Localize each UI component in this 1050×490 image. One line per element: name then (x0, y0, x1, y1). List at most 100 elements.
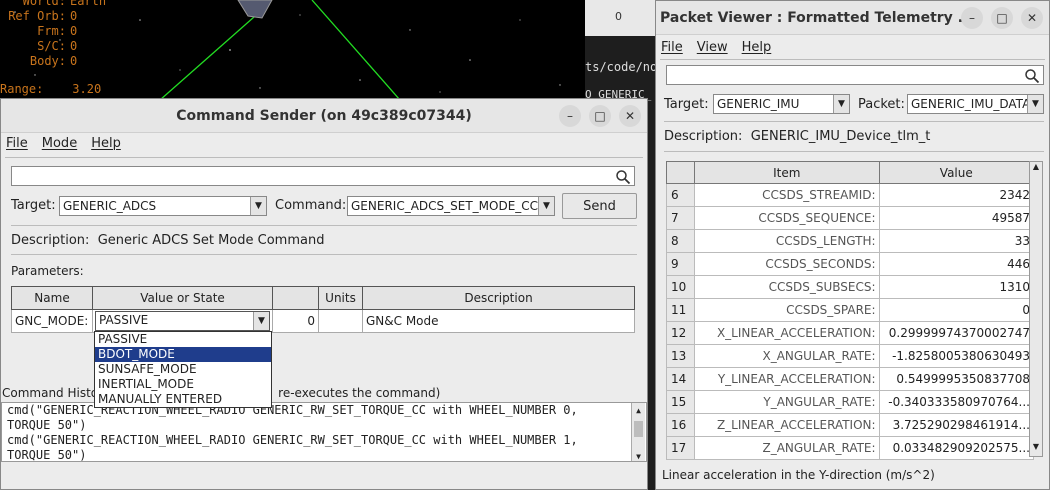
scrollbar-thumb[interactable] (634, 421, 643, 437)
param-units (318, 309, 363, 333)
menu-file[interactable]: File (6, 136, 28, 151)
dropdown-option[interactable]: PASSIVE (95, 332, 271, 347)
scroll-up-icon[interactable]: ▲ (1030, 162, 1042, 176)
command-history-box[interactable]: cmd("GENERIC_REACTION_WHEEL_RADIO GENERI… (1, 402, 647, 462)
maximize-button[interactable]: □ (991, 7, 1013, 29)
simulation-view: World: Earth Ref Orb: 0 Frm: 0 S/C: 0 Body: 0… (0, 0, 585, 100)
target-select[interactable]: GENERIC_IMU ▼ (713, 94, 850, 114)
item-value: 1310 (878, 275, 1035, 299)
history-line[interactable]: TORQUE 50") (7, 418, 624, 433)
table-row[interactable]: 14 Y_LINEAR_ACCELERATION: 0.54999953508377… (665, 367, 1035, 391)
table-row[interactable]: 11 CCSDS_SPARE: 0 (665, 298, 1035, 322)
scroll-up-icon[interactable]: ▲ (632, 403, 645, 415)
terminal-tab[interactable]: 0 (585, 0, 655, 36)
item-value: 0.5499995350837708 (878, 367, 1035, 391)
param-state-select[interactable]: PASSIVE ▼ (95, 311, 270, 331)
column-header-description[interactable]: Description (362, 286, 635, 310)
table-row[interactable]: 7 CCSDS_SEQUENCE: 49587 (665, 206, 1035, 230)
description-value: GENERIC_IMU_Device_tlm_t (750, 129, 931, 144)
table-row[interactable]: 16 Z_LINEAR_ACCELERATION: 3.72529029846191… (665, 413, 1035, 437)
table-row[interactable]: 9 CCSDS_SECONDS: 446 (665, 252, 1035, 276)
row-number-header (665, 161, 696, 184)
hud-row: Body: 0 (29, 54, 78, 68)
spacecraft-model (237, 0, 273, 19)
table-row: GNC_MODE: PASSIVE ▼ 0 GN&C Mode (11, 309, 635, 333)
item-value: -0.340333580970764... (878, 390, 1035, 414)
item-name: Y_LINEAR_ACCELERATION: (694, 367, 880, 391)
menu-mode[interactable]: Mode (42, 136, 77, 151)
command-search-input[interactable] (11, 166, 635, 186)
command-sender-titlebar[interactable]: Command Sender (on 49c389c07344) – □ ✕ (1, 99, 647, 133)
menu-bar: File Mode Help (1, 133, 647, 153)
close-button[interactable]: ✕ (619, 105, 641, 127)
menu-file[interactable]: File (661, 40, 683, 55)
table-row[interactable]: 15 Y_ANGULAR_RATE: -0.340333580970764... (665, 390, 1035, 414)
packet-viewer-titlebar[interactable]: Packet Viewer : Formatted Telemetry ... … (656, 1, 1049, 35)
item-name: CCSDS_SEQUENCE: (694, 206, 880, 230)
param-name: GNC_MODE: (11, 309, 93, 333)
item-name: CCSDS_LENGTH: (694, 229, 880, 253)
dropdown-option[interactable]: SUNSAFE_MODE (95, 362, 271, 377)
close-button[interactable]: ✕ (1021, 7, 1043, 29)
column-header-value[interactable]: Value (878, 161, 1035, 184)
column-header-item[interactable]: Item (694, 161, 880, 184)
table-row[interactable]: 6 CCSDS_STREAMID: 2342 (665, 183, 1035, 207)
menu-view[interactable]: View (697, 40, 728, 55)
scroll-down-icon[interactable]: ▼ (632, 449, 645, 461)
history-line[interactable]: TORQUE 50") (7, 448, 624, 461)
hud-row: S/C: 0 (37, 39, 78, 53)
send-button[interactable]: Send (562, 193, 637, 219)
menu-help[interactable]: Help (742, 40, 772, 55)
target-label: Target: (664, 97, 709, 112)
item-name: CCSDS_SPARE: (694, 298, 880, 322)
divider (11, 225, 637, 226)
menu-help[interactable]: Help (91, 136, 121, 151)
table-row[interactable]: 17 Z_ANGULAR_RATE: 0.033482909202575... (665, 436, 1035, 460)
param-description: GN&C Mode (362, 309, 635, 333)
item-value: -1.8258005380630493 (878, 344, 1035, 368)
table-row[interactable]: 10 CCSDS_SUBSECS: 1310 (665, 275, 1035, 299)
column-header-units[interactable]: Units (318, 286, 363, 310)
column-header-value[interactable] (272, 286, 319, 310)
row-number: 17 (665, 436, 696, 460)
table-row[interactable]: 13 X_ANGULAR_RATE: -1.8258005380630493 (665, 344, 1035, 368)
history-line[interactable]: cmd("GENERIC_REACTION_WHEEL_RADIO GENERI… (7, 433, 624, 448)
param-value[interactable]: 0 (272, 309, 319, 333)
row-number: 14 (665, 367, 696, 391)
state-dropdown-list[interactable]: PASSIVE BDOT_MODE SUNSAFE_MODE INERTIAL_… (94, 331, 272, 408)
dropdown-option[interactable]: MANUALLY ENTERED (95, 392, 271, 407)
parameters-table: Name Value or State Units Description GN… (11, 286, 635, 333)
row-number: 9 (665, 252, 696, 276)
row-number: 6 (665, 183, 696, 207)
chevron-down-icon: ▼ (538, 197, 554, 215)
telemetry-scrollbar[interactable]: ▲ ▼ (1029, 161, 1043, 457)
target-select[interactable]: GENERIC_ADCS ▼ (59, 196, 267, 216)
description-value: Generic ADCS Set Mode Command (97, 233, 325, 248)
scroll-down-icon[interactable]: ▼ (1030, 442, 1042, 456)
minimize-button[interactable]: – (961, 7, 983, 29)
sim-range: Range: 3.20 (0, 82, 102, 96)
column-header-name[interactable]: Name (11, 286, 93, 310)
table-row[interactable]: 8 CCSDS_LENGTH: 33 (665, 229, 1035, 253)
divider (5, 157, 643, 158)
search-icon (616, 170, 631, 185)
hud-row: Ref Orb: 0 (8, 9, 78, 23)
packet-select[interactable]: GENERIC_IMU_DATA ▼ (907, 94, 1044, 114)
maximize-button[interactable]: □ (589, 105, 611, 127)
frustum-line-right (311, 0, 401, 100)
hud-row: Frm: 0 (37, 24, 78, 38)
dropdown-option-selected[interactable]: BDOT_MODE (95, 347, 271, 362)
divider (11, 254, 637, 255)
row-number: 7 (665, 206, 696, 230)
command-select[interactable]: GENERIC_ADCS_SET_MODE_CC ▼ (347, 196, 555, 216)
divider (664, 121, 1044, 122)
dropdown-option[interactable]: INERTIAL_MODE (95, 377, 271, 392)
column-header-value-or-state[interactable]: Value or State (92, 286, 273, 310)
status-bar-text: Linear acceleration in the Y-direction (… (662, 468, 935, 482)
table-row[interactable]: 12 X_LINEAR_ACCELERATION: 0.29999974370002… (665, 321, 1035, 345)
packet-search-input[interactable] (666, 65, 1044, 85)
command-sender-window: Command Sender (on 49c389c07344) – □ ✕ F… (0, 98, 648, 490)
minimize-button[interactable]: – (559, 105, 581, 127)
row-number: 11 (665, 298, 696, 322)
history-scrollbar[interactable]: ▲ ▼ (631, 403, 645, 461)
